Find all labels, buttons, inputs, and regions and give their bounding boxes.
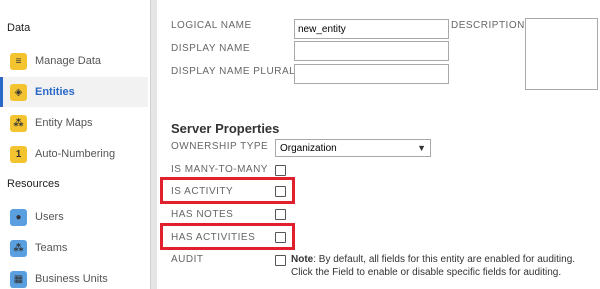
section-title-resources: Resources xyxy=(7,178,60,190)
sidebar-item-label: Users xyxy=(35,211,64,223)
sidebar-item-label: Entities xyxy=(35,86,75,98)
sidebar-item-label: Manage Data xyxy=(35,55,102,67)
has-notes-label: HAS NOTES xyxy=(171,209,234,220)
description-textarea[interactable] xyxy=(525,18,598,90)
cube-icon: ◈ xyxy=(10,83,27,101)
has-activities-checkbox[interactable] xyxy=(275,232,286,243)
chevron-down-icon: ▼ xyxy=(417,143,426,153)
display-name-plural-input[interactable] xyxy=(294,64,449,84)
ownership-type-value: Organization xyxy=(280,142,337,154)
section-title-data: Data xyxy=(7,22,31,34)
display-name-input[interactable] xyxy=(294,41,449,61)
ownership-type-select[interactable]: Organization ▼ xyxy=(275,139,431,157)
has-notes-checkbox[interactable] xyxy=(275,209,286,220)
sidebar-item-label: Business Units xyxy=(35,273,108,285)
is-many-to-many-checkbox[interactable] xyxy=(275,165,286,176)
panel-divider[interactable] xyxy=(150,0,157,289)
audit-note: Note: By default, all fields for this en… xyxy=(291,253,596,279)
description-label: DESCRIPTION xyxy=(451,20,525,31)
sidebar-item-label: Auto-Numbering xyxy=(35,148,116,160)
has-activities-label: HAS ACTIVITIES xyxy=(171,232,256,243)
audit-note-text: : By default, all fields for this entity… xyxy=(291,254,576,278)
audit-checkbox[interactable] xyxy=(275,255,286,266)
business-unit-icon: ▦ xyxy=(10,270,27,288)
sidebar-item-label: Teams xyxy=(35,242,68,254)
sidebar-item-users[interactable]: ● Users xyxy=(0,202,148,232)
number-icon: 1 xyxy=(10,145,27,163)
team-icon: ⁂ xyxy=(10,239,27,257)
user-icon: ● xyxy=(10,208,27,226)
sidebar-item-label: Entity Maps xyxy=(35,117,93,129)
logical-name-label: LOGICAL NAME xyxy=(171,20,252,31)
sidebar-item-auto-numbering[interactable]: 1 Auto-Numbering xyxy=(0,139,148,169)
audit-label: AUDIT xyxy=(171,254,204,265)
sidebar-item-business-units[interactable]: ▦ Business Units xyxy=(0,264,148,289)
is-activity-checkbox[interactable] xyxy=(275,186,286,197)
sidebar-item-entity-maps[interactable]: ⁂ Entity Maps xyxy=(0,108,148,138)
audit-note-bold: Note xyxy=(291,254,314,265)
display-name-plural-label: DISPLAY NAME PLURAL xyxy=(171,66,296,77)
sidebar-item-teams[interactable]: ⁂ Teams xyxy=(0,233,148,263)
display-name-label: DISPLAY NAME xyxy=(171,43,250,54)
sidebar-item-entities[interactable]: ◈ Entities xyxy=(0,77,148,107)
is-activity-label: IS ACTIVITY xyxy=(171,186,234,197)
entity-map-icon: ⁂ xyxy=(10,114,27,132)
logical-name-input[interactable] xyxy=(294,19,449,39)
database-icon: ≡ xyxy=(10,52,27,70)
sidebar: Data ≡ Manage Data ◈ Entities ⁂ Entity M… xyxy=(0,0,150,289)
server-properties-heading: Server Properties xyxy=(171,121,280,136)
sidebar-item-manage-data[interactable]: ≡ Manage Data xyxy=(0,46,148,76)
ownership-type-label: OWNERSHIP TYPE xyxy=(171,141,269,152)
is-many-to-many-label: IS MANY-TO-MANY xyxy=(171,164,268,175)
entity-form: LOGICAL NAME DISPLAY NAME DISPLAY NAME P… xyxy=(157,0,600,289)
